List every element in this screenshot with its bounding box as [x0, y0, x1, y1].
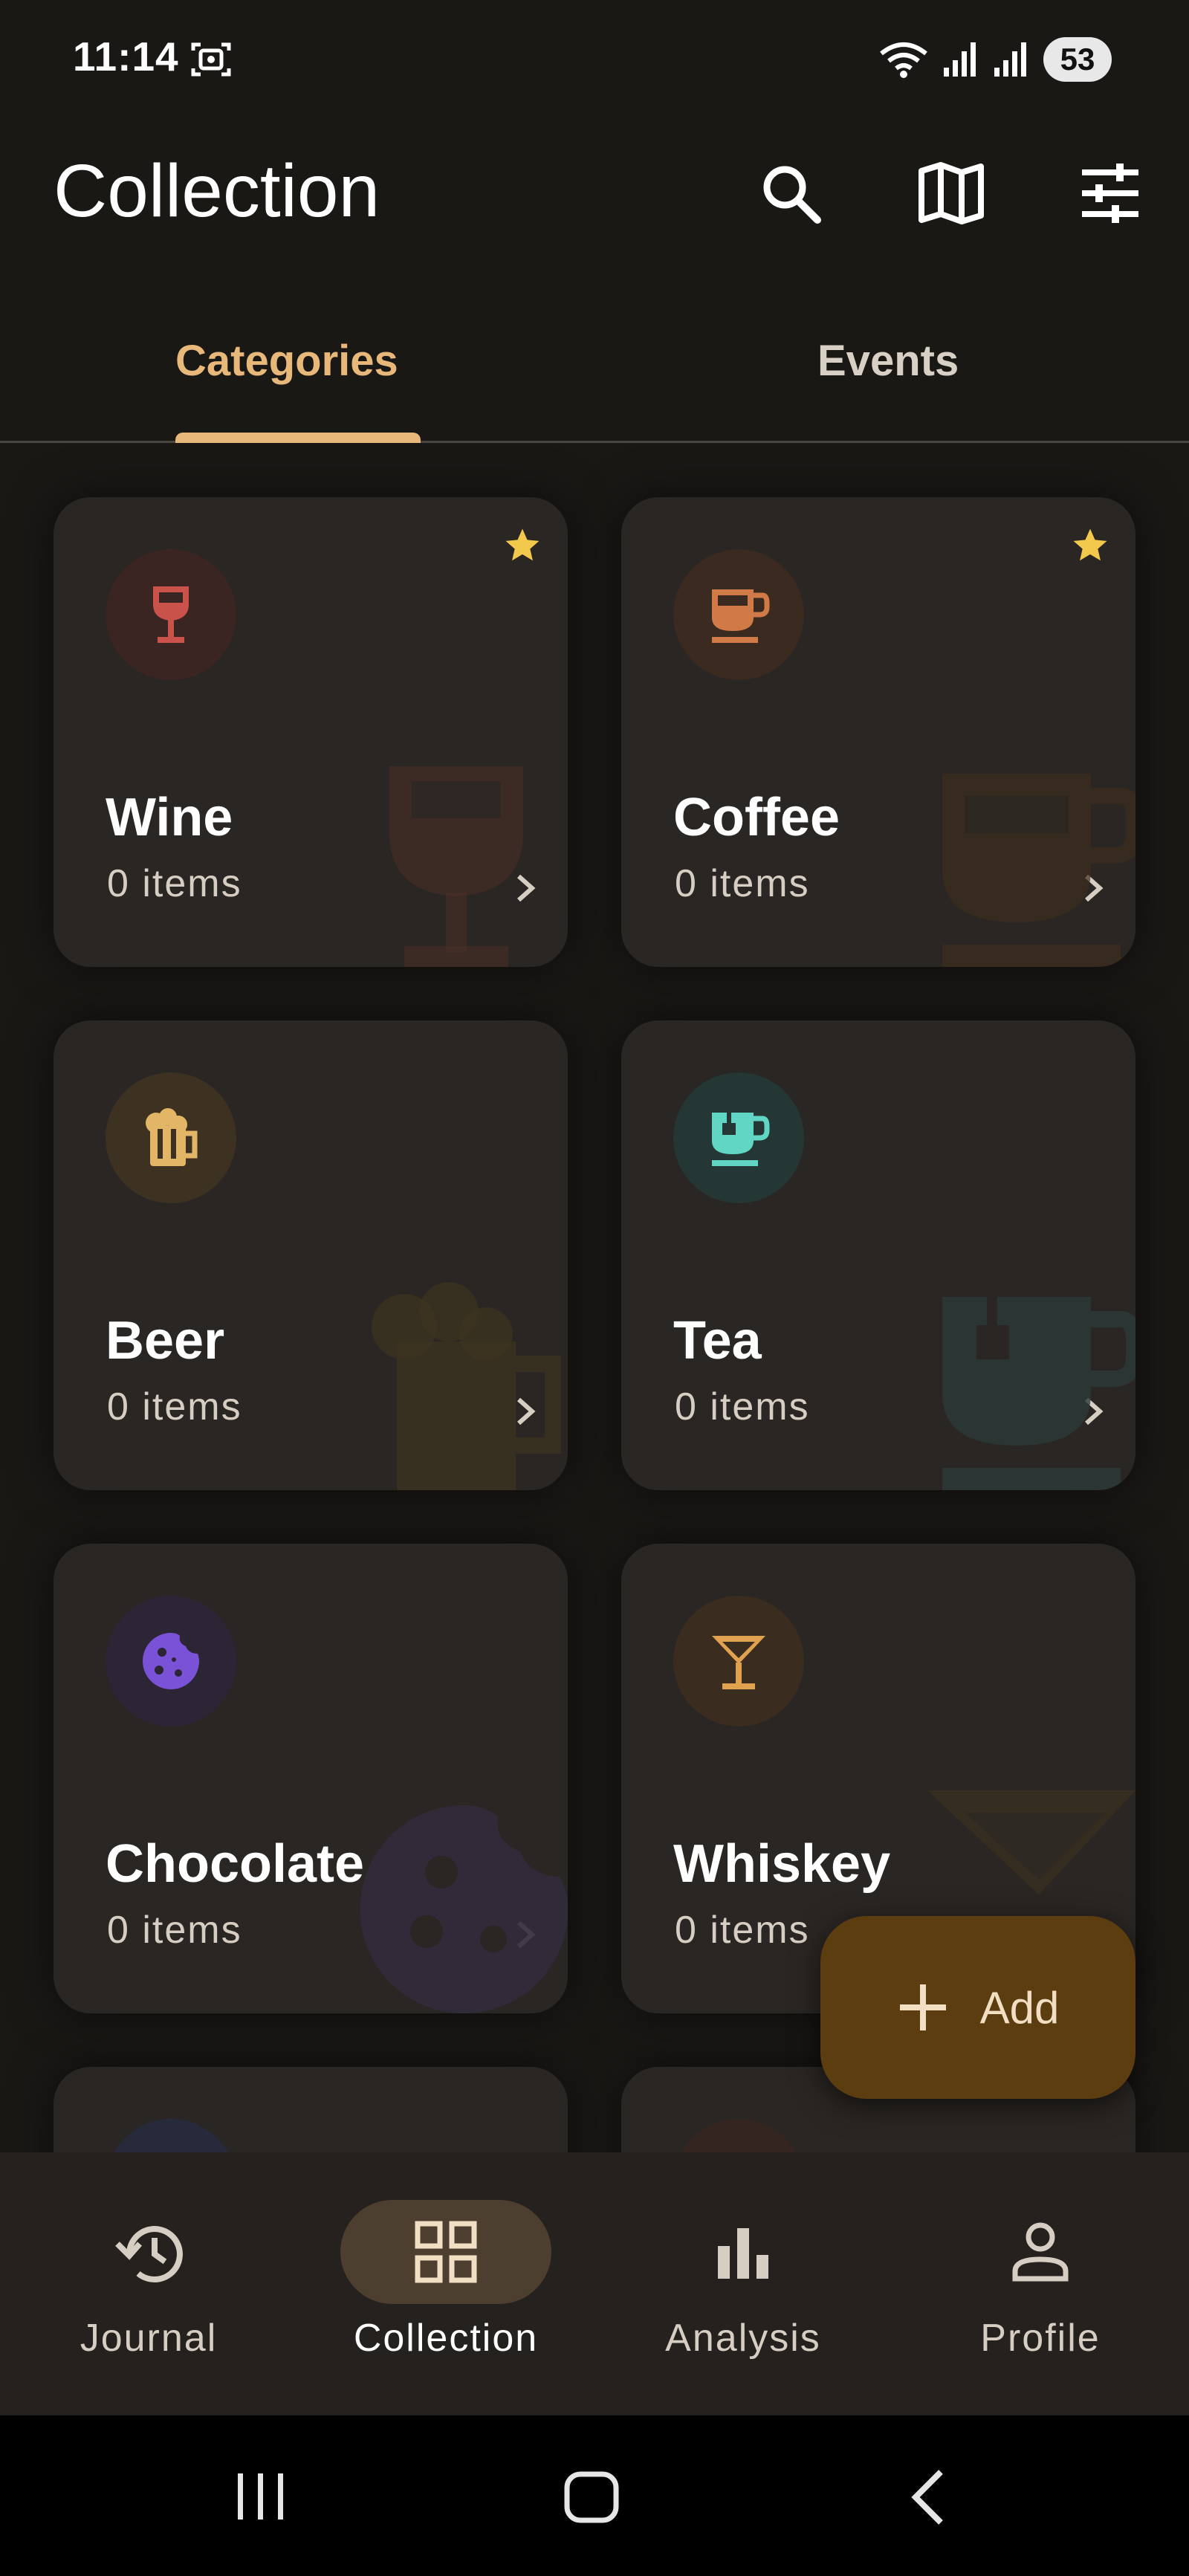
- search-button[interactable]: [755, 158, 826, 229]
- recent-apps-icon[interactable]: [235, 2470, 287, 2522]
- category-name: Coffee: [673, 788, 840, 847]
- beer-mug-icon: [146, 1108, 198, 1166]
- wifi-icon: [880, 42, 927, 78]
- category-icon-badge: [106, 2119, 236, 2152]
- category-name: Wine: [106, 788, 233, 847]
- category-card-chocolate[interactable]: Chocolate 0 items: [54, 1544, 568, 2013]
- category-card-coffee[interactable]: Coffee 0 items: [621, 497, 1135, 967]
- category-count: 0 items: [107, 1909, 242, 1952]
- category-count: 0 items: [675, 862, 810, 905]
- signal-icon: [944, 42, 976, 77]
- filter-button[interactable]: [1075, 158, 1146, 229]
- category-card-beer[interactable]: Beer 0 items: [54, 1020, 568, 1490]
- bottom-navigation: Journal Collection Analysis Profile: [0, 2152, 1189, 2415]
- coffee-cup-icon: [712, 589, 770, 643]
- tab-bar: Categories Events: [0, 297, 1189, 443]
- category-count: 0 items: [675, 1385, 810, 1428]
- status-time: 11:14: [73, 33, 179, 80]
- search-icon: [763, 166, 821, 224]
- plus-icon: [899, 1984, 946, 2030]
- category-icon-badge: [106, 549, 236, 680]
- nav-label: Journal: [80, 2317, 218, 2360]
- category-card-tea[interactable]: Tea 0 items: [621, 1020, 1135, 1490]
- cocktail-glass-icon: [712, 1636, 765, 1689]
- nav-collection[interactable]: Collection: [312, 2200, 580, 2378]
- nav-label: Analysis: [665, 2317, 821, 2360]
- wine-glass-icon: [153, 586, 189, 643]
- nav-label: Profile: [980, 2317, 1101, 2360]
- cookie-watermark: [360, 1805, 568, 2013]
- coffee-cup-watermark: [942, 774, 1135, 967]
- tab-indicator: [175, 433, 421, 443]
- screen-record-icon: [191, 42, 231, 77]
- category-icon-badge: [106, 1072, 236, 1203]
- add-button[interactable]: Add: [820, 1916, 1135, 2099]
- tab-categories[interactable]: Categories: [175, 336, 398, 386]
- nav-journal[interactable]: Journal: [15, 2200, 282, 2378]
- nav-analysis[interactable]: Analysis: [609, 2200, 877, 2378]
- category-count: 0 items: [107, 1385, 242, 1428]
- category-card-partial[interactable]: [54, 2067, 568, 2152]
- star-icon: [1073, 528, 1107, 561]
- tea-cup-watermark: [942, 1297, 1135, 1490]
- add-button-label: Add: [979, 1982, 1060, 2033]
- map-icon: [919, 162, 984, 224]
- back-icon[interactable]: [907, 2467, 951, 2527]
- tune-icon: [1082, 164, 1138, 223]
- category-icon-badge: [673, 2119, 804, 2152]
- signal-icon-2: [994, 42, 1026, 77]
- category-name: Tea: [673, 1311, 762, 1370]
- system-navigation-bar: [0, 2415, 1189, 2576]
- battery-indicator: 53: [1043, 37, 1112, 82]
- category-name: Whiskey: [673, 1834, 891, 1894]
- category-card-wine[interactable]: Wine 0 items: [54, 497, 568, 967]
- star-icon: [505, 528, 540, 561]
- bar-chart-icon: [718, 2228, 768, 2279]
- category-icon-badge: [673, 1596, 804, 1726]
- map-button[interactable]: [916, 158, 987, 229]
- category-icon-badge: [673, 1072, 804, 1203]
- history-icon: [115, 2226, 183, 2283]
- category-name: Chocolate: [106, 1834, 365, 1894]
- beer-mug-watermark: [372, 1282, 561, 1490]
- category-count: 0 items: [675, 1909, 810, 1952]
- cookie-icon: [143, 1633, 199, 1689]
- person-icon: [1012, 2222, 1069, 2282]
- grid-icon: [415, 2221, 477, 2283]
- nav-label: Collection: [353, 2317, 539, 2360]
- nav-pill: [638, 2200, 849, 2304]
- tab-events[interactable]: Events: [817, 336, 959, 386]
- nav-pill: [935, 2200, 1146, 2304]
- category-count: 0 items: [107, 862, 242, 905]
- category-icon-badge: [673, 549, 804, 680]
- category-icon-badge: [106, 1596, 236, 1726]
- wine-glass-watermark: [389, 766, 523, 967]
- nav-pill: [43, 2200, 254, 2304]
- category-name: Beer: [106, 1311, 225, 1370]
- nav-profile[interactable]: Profile: [907, 2200, 1174, 2378]
- status-bar: 11:14 53: [0, 0, 1189, 123]
- page-title: Collection: [54, 149, 380, 233]
- nav-pill-active: [340, 2200, 551, 2304]
- tea-cup-icon: [712, 1113, 770, 1166]
- home-icon[interactable]: [563, 2470, 620, 2524]
- category-grid: Wine 0 items Coffee 0 items Beer 0 items…: [0, 445, 1189, 2152]
